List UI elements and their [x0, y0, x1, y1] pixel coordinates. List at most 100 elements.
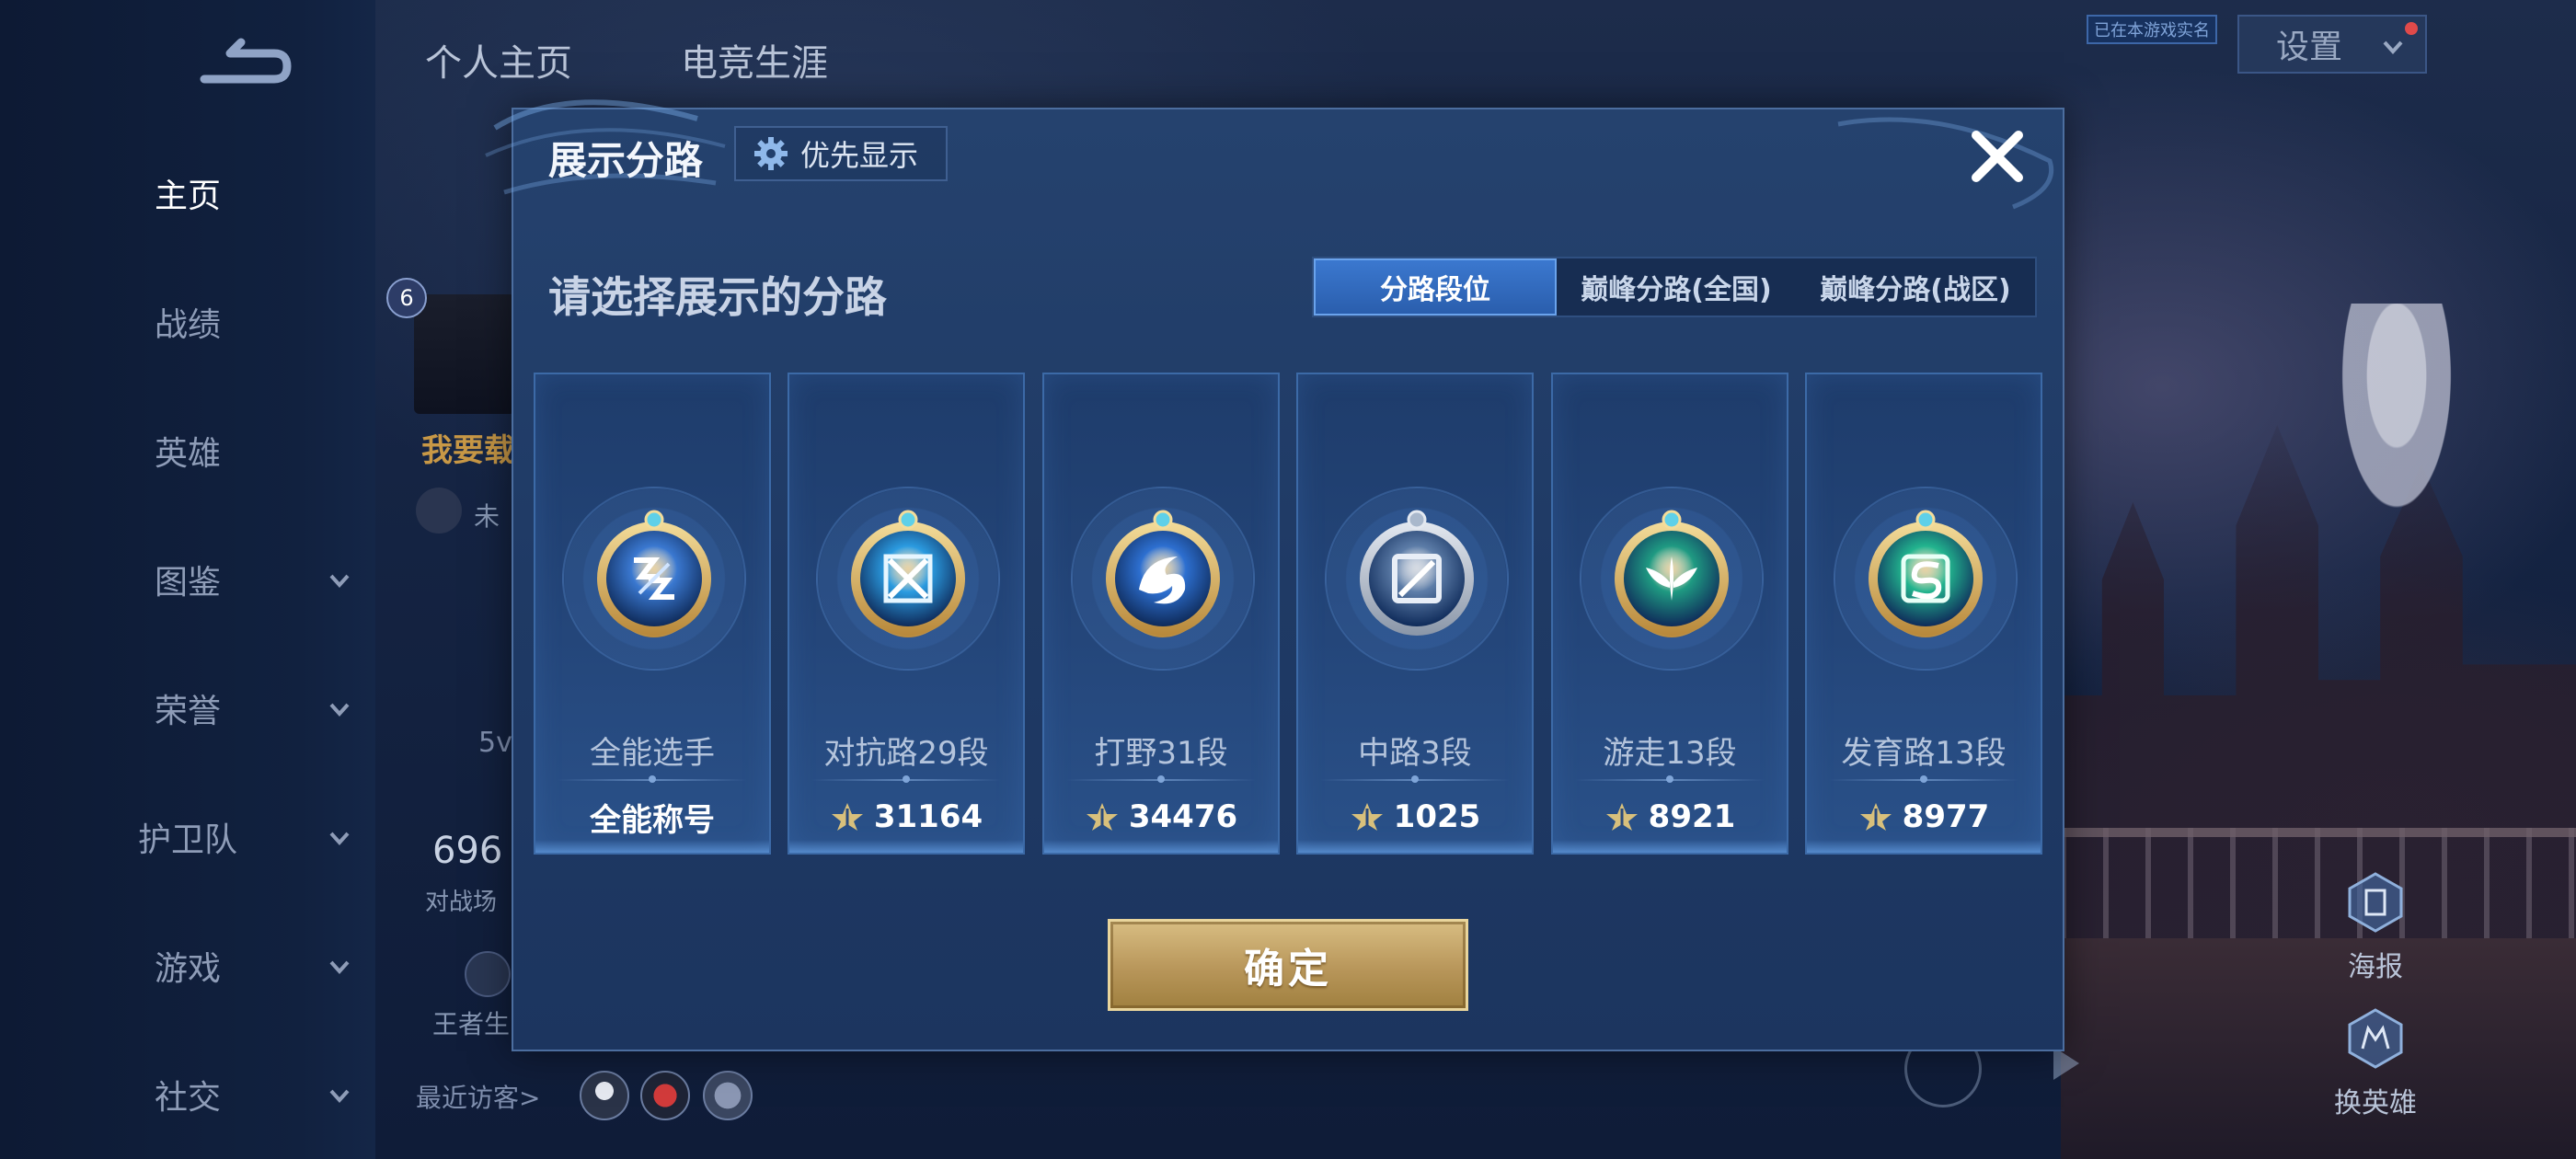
- priority-display-button[interactable]: 优先显示: [734, 126, 948, 181]
- lane-score: 1025: [1298, 794, 1532, 840]
- card-divider: [558, 775, 747, 783]
- display-lane-dialog: 展示分路 优先显示 请选择展示的分路 分路段位 巅峰分路(全国) 巅峰分路(战区) …: [485, 99, 2064, 1051]
- real-name-badge: 已在本游戏实名: [2087, 15, 2217, 44]
- lane-score-value: 1025: [1393, 798, 1481, 835]
- nav-item-label: 战绩: [154, 306, 221, 344]
- chevron-down-icon: [2383, 40, 2403, 54]
- lane-rank-title: 全能选手: [590, 735, 715, 772]
- card-divider: [1829, 775, 2018, 783]
- dialog-title: 展示分路: [548, 138, 704, 183]
- nav-item[interactable]: 护卫队: [0, 805, 375, 869]
- card-divider: [1320, 775, 1510, 783]
- lane-rank-title: 中路3段: [1358, 735, 1472, 772]
- lane-card-clash-lane[interactable]: 对抗路29段 31164: [788, 373, 1025, 855]
- battle-count-label: 对战场: [425, 889, 498, 916]
- lane-score: 8977: [1807, 794, 2041, 840]
- chevron-down-icon: [329, 574, 350, 588]
- peak-points-icon: [1605, 803, 1638, 831]
- lane-type-tabs: 分路段位 巅峰分路(全国) 巅峰分路(战区): [1312, 257, 2037, 317]
- lane-card-roam[interactable]: 游走13段 8921: [1551, 373, 1788, 855]
- nav-item[interactable]: 英雄: [0, 419, 375, 483]
- lane-score-value: 全能称号: [590, 801, 715, 839]
- visitor-avatar[interactable]: [580, 1071, 629, 1120]
- nav-item[interactable]: 荣誉: [0, 676, 375, 740]
- settings-button[interactable]: 设置: [2237, 15, 2427, 74]
- farm-lane-emblem-icon: [1869, 510, 1983, 637]
- lane-score: 8921: [1553, 794, 1787, 840]
- change-hero-icon: [2348, 1008, 2403, 1069]
- left-navigation: 主页战绩英雄图鉴荣誉护卫队游戏社交: [0, 0, 375, 1159]
- lane-score-value: 8977: [1902, 798, 1990, 835]
- card-divider: [1066, 775, 1256, 783]
- nav-item-label: 主页: [154, 178, 221, 215]
- jungle-emblem-icon: [1106, 510, 1220, 637]
- card-divider: [811, 775, 1001, 783]
- lane-emblem: [562, 487, 746, 671]
- selection-prompt: 请选择展示的分路: [548, 272, 887, 322]
- chevron-down-icon: [329, 960, 350, 974]
- tab-lane-type[interactable]: 巅峰分路(全国): [1557, 258, 1796, 316]
- lane-score: 全能称号: [535, 794, 769, 840]
- nav-item-label: 护卫队: [137, 821, 237, 859]
- change-hero-label: 换英雄: [2334, 1087, 2417, 1119]
- poster-icon: [2348, 872, 2403, 933]
- player-status: 未: [474, 501, 500, 532]
- close-icon[interactable]: [1965, 124, 2030, 189]
- nav-item-label: 英雄: [154, 435, 221, 473]
- poster-button[interactable]: 海报: [2320, 870, 2431, 984]
- lane-card-farm-lane[interactable]: 发育路13段 8977: [1805, 373, 2042, 855]
- lane-card-all-rounder[interactable]: 全能选手 全能称号: [534, 373, 771, 855]
- lane-card-list: 全能选手 全能称号 对抗路29段 31164 打野31段 34476 中路3段 1025 游走1…: [534, 373, 2042, 855]
- recent-visitors-link[interactable]: 最近访客>: [416, 1078, 540, 1115]
- lane-score-value: 31164: [873, 798, 983, 835]
- lane-card-jungle[interactable]: 打野31段 34476: [1042, 373, 1280, 855]
- background-bridge: [2061, 828, 2576, 938]
- nav-item-label: 图鉴: [154, 564, 221, 602]
- roam-emblem-icon: [1615, 510, 1729, 637]
- header-swirl-decoration-right: [1837, 117, 2053, 210]
- nav-item[interactable]: 社交: [0, 1062, 375, 1127]
- background-character: [2328, 304, 2466, 543]
- gear-icon: [754, 137, 788, 170]
- avatar[interactable]: [414, 294, 515, 414]
- all-rounder-emblem-icon: [597, 510, 711, 637]
- notification-dot: [2405, 22, 2418, 35]
- king-career-label[interactable]: 王者生: [432, 1004, 510, 1041]
- status-icon: [416, 488, 462, 534]
- lane-emblem: [1071, 487, 1255, 671]
- tab-lane-type[interactable]: 分路段位: [1314, 258, 1557, 316]
- nav-item[interactable]: 游戏: [0, 934, 375, 998]
- clash-lane-emblem-icon: [851, 510, 965, 637]
- lane-rank-title: 打野31段: [1094, 735, 1228, 772]
- peak-points-icon: [1086, 803, 1118, 831]
- nav-item-label: 社交: [154, 1079, 221, 1117]
- lane-card-mid-lane[interactable]: 中路3段 1025: [1296, 373, 1534, 855]
- mid-lane-emblem-icon: [1360, 510, 1474, 636]
- tab-personal-home[interactable]: 个人主页: [425, 33, 572, 86]
- back-arrow-icon[interactable]: [193, 37, 294, 92]
- peak-points-icon: [1859, 803, 1892, 831]
- player-name: 我要载: [421, 432, 515, 469]
- nav-item-label: 游戏: [154, 950, 221, 988]
- confirm-button[interactable]: 确定: [1108, 919, 1468, 1011]
- card-divider: [1575, 775, 1765, 783]
- visitor-avatar[interactable]: [640, 1071, 690, 1120]
- visitor-avatar[interactable]: [703, 1071, 753, 1120]
- peak-points-icon: [1351, 803, 1383, 831]
- peak-points-icon: [831, 803, 863, 831]
- settings-label: 设置: [2276, 29, 2343, 66]
- chevron-down-icon: [329, 703, 350, 717]
- nav-item[interactable]: 战绩: [0, 290, 375, 354]
- poster-label: 海报: [2348, 951, 2403, 983]
- level-badge: 6: [386, 278, 427, 318]
- chevron-down-icon: [329, 832, 350, 845]
- nav-item[interactable]: 主页: [0, 161, 375, 225]
- tab-lane-type[interactable]: 巅峰分路(战区): [1796, 258, 2035, 316]
- lane-emblem: [816, 487, 1000, 671]
- chevron-down-icon: [329, 1089, 350, 1103]
- priority-display-label: 优先显示: [800, 138, 919, 173]
- nav-item[interactable]: 图鉴: [0, 547, 375, 612]
- tab-esports-career[interactable]: 电竞生涯: [681, 33, 828, 86]
- change-hero-button[interactable]: 换英雄: [2320, 1006, 2431, 1120]
- lane-rank-title: 游走13段: [1603, 735, 1737, 772]
